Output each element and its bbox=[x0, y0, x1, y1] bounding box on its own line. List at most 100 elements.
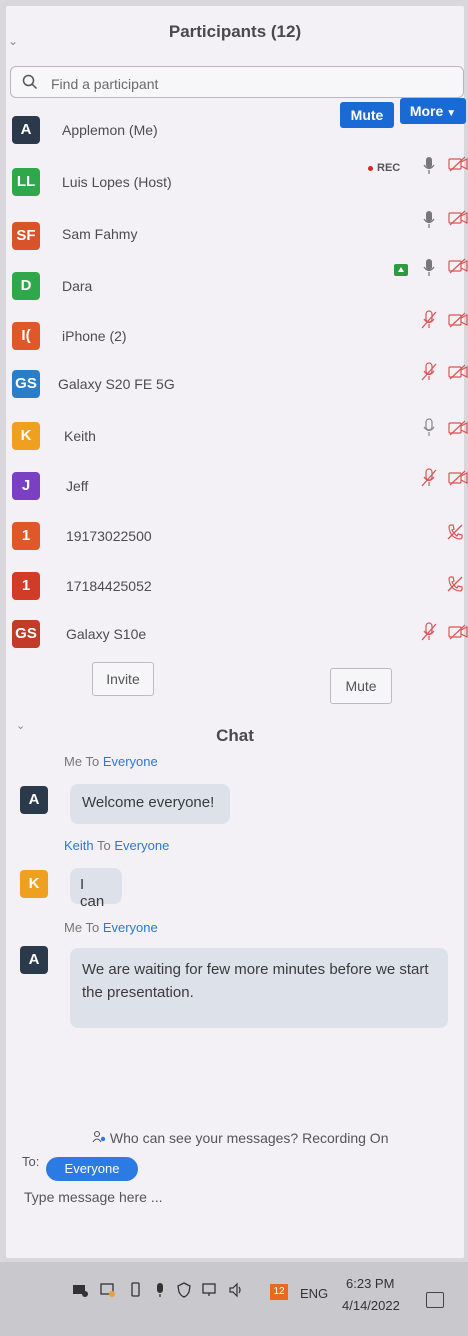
sender: Keith bbox=[64, 838, 94, 853]
to-word: To bbox=[85, 754, 100, 769]
video-off-icon[interactable] bbox=[448, 470, 468, 486]
avatar: 1 bbox=[12, 572, 40, 600]
microphone-muted-icon[interactable] bbox=[420, 622, 438, 642]
clock-date[interactable]: 4/14/2022 bbox=[342, 1298, 400, 1313]
participants-title: Participants (12) bbox=[168, 22, 302, 41]
avatar: GS bbox=[12, 370, 40, 398]
usb-icon[interactable] bbox=[128, 1282, 144, 1298]
participant-name: Galaxy S10e bbox=[66, 626, 147, 642]
recipient-select[interactable]: Everyone bbox=[46, 1157, 138, 1181]
to-word: To bbox=[85, 920, 100, 935]
participant-name: Keith bbox=[64, 428, 96, 444]
search-icon bbox=[22, 74, 38, 90]
video-off-icon[interactable] bbox=[448, 258, 468, 274]
participant-search[interactable] bbox=[10, 66, 464, 98]
participant-name: iPhone (2) bbox=[62, 328, 127, 344]
shield-icon[interactable] bbox=[176, 1282, 192, 1298]
notification-count-badge[interactable]: 12 bbox=[270, 1284, 288, 1300]
recipient-link[interactable]: Everyone bbox=[103, 920, 158, 935]
video-off-icon[interactable] bbox=[448, 210, 468, 226]
participant-row[interactable]: GS Galaxy S10e bbox=[6, 616, 468, 666]
rec-label: REC bbox=[377, 162, 401, 174]
video-off-icon[interactable] bbox=[448, 364, 468, 380]
avatar: K bbox=[12, 422, 40, 450]
participant-row[interactable]: 1 17184425052 bbox=[6, 568, 464, 618]
action-center-icon[interactable] bbox=[426, 1292, 444, 1308]
participant-name: Galaxy S20 FE 5G bbox=[58, 376, 175, 392]
mute-all-button[interactable]: Mute bbox=[330, 668, 392, 704]
phone-muted-icon[interactable] bbox=[446, 574, 464, 594]
recipient-link[interactable]: Everyone bbox=[114, 838, 169, 853]
video-off-icon[interactable] bbox=[448, 420, 468, 436]
participant-row[interactable]: I( iPhone (2) bbox=[6, 310, 468, 366]
participant-row[interactable]: A Applemon (Me) bbox=[6, 110, 464, 160]
avatar: LL bbox=[12, 168, 40, 196]
message-header: Me To Everyone bbox=[64, 920, 158, 935]
avatar: SF bbox=[12, 222, 40, 250]
avatar: A bbox=[20, 946, 48, 974]
participant-row[interactable]: SF Sam Fahmy bbox=[6, 210, 468, 264]
screen-share-icon bbox=[394, 264, 408, 276]
language-indicator[interactable]: ENG bbox=[300, 1286, 328, 1301]
microphone-muted-icon[interactable] bbox=[420, 468, 438, 488]
sender: Me bbox=[64, 920, 83, 935]
avatar: D bbox=[12, 272, 40, 300]
phone-muted-icon[interactable] bbox=[446, 522, 464, 542]
participant-name: Luis Lopes (Host) bbox=[62, 174, 172, 190]
participant-row[interactable]: J Jeff bbox=[6, 468, 468, 518]
participant-row[interactable]: LL Luis Lopes (Host) REC bbox=[6, 156, 468, 212]
microphone-muted-icon[interactable] bbox=[420, 362, 438, 382]
participants-header: ⌄ Participants (12) bbox=[6, 6, 464, 62]
microphone-icon[interactable] bbox=[422, 258, 436, 278]
message-header: Keith To Everyone bbox=[64, 838, 169, 853]
video-off-icon[interactable] bbox=[448, 624, 468, 640]
microphone-icon[interactable] bbox=[422, 156, 436, 176]
participant-name: 17184425052 bbox=[66, 578, 152, 594]
participant-name: 19173022500 bbox=[66, 528, 152, 544]
avatar: GS bbox=[12, 620, 40, 648]
to-word: To bbox=[97, 838, 111, 853]
volume-icon[interactable] bbox=[228, 1282, 244, 1298]
chat-message: Welcome everyone! bbox=[70, 784, 230, 824]
chat-message: I can bbox=[70, 868, 122, 910]
participant-row[interactable]: D Dara bbox=[6, 258, 468, 314]
avatar: A bbox=[12, 116, 40, 144]
participant-name: Dara bbox=[62, 278, 93, 294]
microphone-icon[interactable] bbox=[422, 418, 436, 438]
video-off-icon[interactable] bbox=[448, 156, 468, 172]
network-icon[interactable] bbox=[202, 1282, 218, 1298]
participant-name: Sam Fahmy bbox=[62, 226, 138, 242]
avatar: J bbox=[12, 472, 40, 500]
participant-row[interactable]: GS Galaxy S20 FE 5G bbox=[6, 362, 468, 418]
microphone-muted-icon[interactable] bbox=[420, 310, 438, 330]
message-header: Me To Everyone bbox=[64, 754, 158, 769]
sender: Me bbox=[64, 754, 83, 769]
to-label: To: bbox=[22, 1154, 40, 1169]
search-input[interactable] bbox=[49, 72, 433, 96]
participant-row[interactable]: K Keith bbox=[6, 418, 468, 468]
recording-indicator: REC bbox=[368, 162, 400, 174]
message-input[interactable] bbox=[22, 1184, 446, 1210]
avatar: I( bbox=[12, 322, 40, 350]
recipient-link[interactable]: Everyone bbox=[103, 754, 158, 769]
record-dot-icon bbox=[368, 165, 373, 171]
participant-row[interactable]: 1 19173022500 bbox=[6, 518, 464, 568]
invite-button[interactable]: Invite bbox=[92, 662, 154, 696]
zoom-panel: ⌄ Participants (12) Mute More▼ A Applemo… bbox=[6, 6, 468, 1258]
microphone-icon[interactable] bbox=[422, 210, 436, 230]
participant-name: Jeff bbox=[66, 478, 89, 494]
privacy-text: Who can see your messages? Recording On bbox=[109, 1130, 389, 1146]
clock-time[interactable]: 6:23 PM bbox=[346, 1276, 394, 1291]
meet-now-icon[interactable] bbox=[72, 1282, 88, 1298]
participant-name: Applemon (Me) bbox=[62, 122, 158, 138]
taskbar: 12 ENG 6:23 PM 4/14/2022 bbox=[0, 1262, 468, 1336]
chat-title: Chat bbox=[216, 726, 254, 745]
privacy-notice[interactable]: Who can see your messages? Recording On bbox=[92, 1130, 388, 1146]
display-icon[interactable] bbox=[100, 1282, 116, 1298]
chat-message: We are waiting for few more minutes befo… bbox=[70, 948, 448, 1028]
video-off-icon[interactable] bbox=[448, 312, 468, 328]
avatar: 1 bbox=[12, 522, 40, 550]
avatar: A bbox=[20, 786, 48, 814]
avatar: K bbox=[20, 870, 48, 898]
microphone-icon[interactable] bbox=[152, 1282, 168, 1298]
